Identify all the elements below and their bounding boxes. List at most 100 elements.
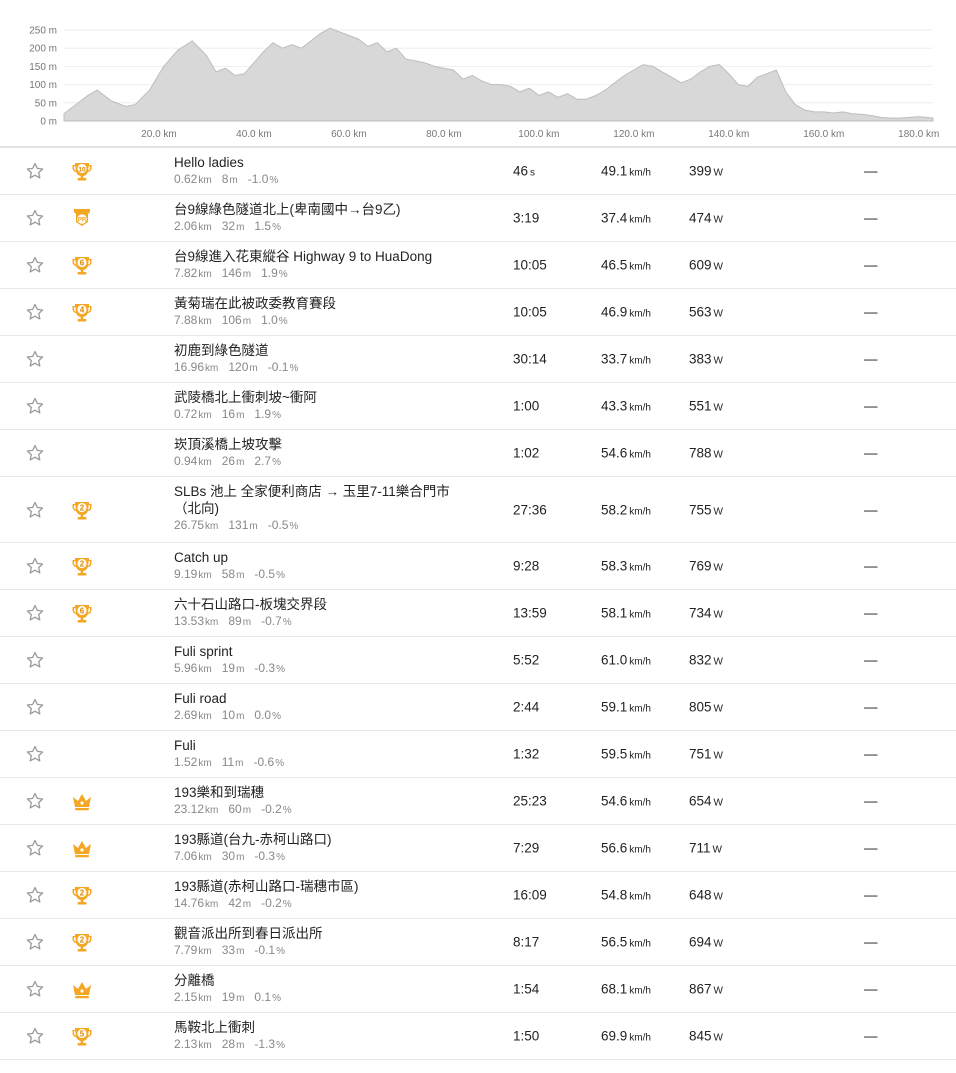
star-icon[interactable] — [26, 209, 44, 227]
segment-name[interactable]: Fuli sprint — [174, 643, 464, 660]
segment-name[interactable]: Catch up — [174, 549, 464, 566]
segment-power: 867 W — [689, 982, 723, 997]
segment-name[interactable]: 台9線進入花東縱谷 Highway 9 to HuaDong — [174, 248, 464, 265]
star-icon[interactable] — [26, 256, 44, 274]
segment-row[interactable]: 分離橋 2.15km 19m 0.1% 1:54 68.1 km/h 867 W — — [0, 966, 956, 1013]
segment-name[interactable]: Fuli — [174, 737, 464, 754]
segment-row[interactable]: 2 Catch up 9.19km 58m -0.5% 9:28 58.3 km/h 769 W — — [0, 543, 956, 590]
segment-name[interactable]: 六十石山路口-板塊交界段 — [174, 596, 464, 613]
star-icon[interactable] — [26, 1027, 44, 1045]
svg-text:4: 4 — [80, 305, 85, 314]
svg-text:PR: PR — [78, 217, 87, 223]
segment-row[interactable]: 5 馬鞍北上衝刺 2.13km 28m -1.3% 1:50 69.9 km/h 845 W — — [0, 1013, 956, 1060]
distance-unit: km — [198, 993, 212, 1004]
segment-row[interactable]: 193縣道(台九-赤柯山路口) 7.06km 30m -0.3% 7:29 56.6 km/… — [0, 825, 956, 872]
segment-stats: 0.72km 16m 1.9% — [174, 406, 464, 424]
segment-row[interactable]: 6 台9線進入花東縱谷 Highway 9 to HuaDong 7.82km 146… — [0, 242, 956, 289]
segment-time: 10:05 — [513, 305, 549, 320]
segment-row[interactable]: 2 193縣道(赤柯山路口-瑞穗市區) 14.76km 42m -0.2% 16:09 54… — [0, 872, 956, 919]
segment-name[interactable]: 觀音派出所到春日派出所 — [174, 925, 464, 942]
segment-speed-value: 54.6 — [601, 793, 628, 809]
segment-name[interactable]: 崁頂溪橋上坡攻擊 — [174, 436, 464, 453]
star-icon[interactable] — [26, 501, 44, 519]
elevation-unit: m — [242, 269, 252, 280]
grade-unit: % — [278, 269, 288, 280]
star-icon[interactable] — [26, 839, 44, 857]
segment-row[interactable]: 6 六十石山路口-板塊交界段 13.53km 89m -0.7% 13:59 58.1 km/… — [0, 590, 956, 637]
segment-extra: — — [864, 746, 878, 762]
segment-speed-value: 68.1 — [601, 981, 628, 997]
star-icon[interactable] — [26, 604, 44, 622]
elevation-unit: m — [236, 410, 245, 421]
segment-grade: -0.3 — [254, 849, 276, 863]
segment-speed-unit: km/h — [629, 355, 651, 367]
segment-elevation: 60 — [228, 802, 242, 816]
star-icon[interactable] — [26, 792, 44, 810]
segment-distance: 7.06 — [174, 849, 198, 863]
segment-name[interactable]: 初鹿到綠色隧道 — [174, 342, 464, 359]
segment-row[interactable]: Fuli 1.52km 11m -0.6% 1:32 59.5 km/h 751 W — — [0, 731, 956, 778]
segment-row[interactable]: PR 台9線綠色隧道北上(卑南國中→台9乙) 2.06km 32m 1.5% 3:19 37… — [0, 195, 956, 242]
segment-power: 751 W — [689, 747, 723, 762]
star-icon[interactable] — [26, 557, 44, 575]
segment-name[interactable]: 黃菊瑞在此被政委教育賽段 — [174, 295, 464, 312]
star-icon[interactable] — [26, 162, 44, 180]
segment-name[interactable]: SLBs 池上 全家便利商店 → 玉里7-11樂合門市（北向) — [174, 483, 464, 517]
segment-power: 399 W — [689, 164, 723, 179]
segment-row[interactable]: 10 Hello ladies 0.62km 8m -1.0% 46 s 49.1 km/h 39… — [0, 148, 956, 195]
star-icon[interactable] — [26, 886, 44, 904]
x-tick-label: 40.0 km — [236, 129, 272, 140]
elevation-chart[interactable]: 250 m 200 m 150 m 100 m 50 m 0 m 20.0 km 40.0 k… — [0, 0, 956, 146]
segment-power-unit: W — [713, 355, 723, 367]
segment-row[interactable]: 4 黃菊瑞在此被政委教育賽段 7.88km 106m 1.0% 10:05 46.9 km/h… — [0, 289, 956, 336]
grade-unit: % — [289, 521, 299, 532]
segment-row[interactable]: 193樂和到瑞穗 23.12km 60m -0.2% 25:23 54.6 km/h 654 W… — [0, 778, 956, 825]
segment-speed-value: 58.1 — [601, 605, 628, 621]
star-icon[interactable] — [26, 303, 44, 321]
star-icon[interactable] — [26, 980, 44, 998]
star-icon[interactable] — [26, 698, 44, 716]
segment-name[interactable]: 武陵橋北上衝刺坡~衝阿 — [174, 389, 464, 406]
segment-row[interactable]: Fuli sprint 5.96km 19m -0.3% 5:52 61.0 km/h 832… — [0, 637, 956, 684]
segment-info: 馬鞍北上衝刺 2.13km 28m -1.3% — [174, 1019, 464, 1054]
segment-name[interactable]: 193縣道(台九-赤柯山路口) — [174, 831, 464, 848]
segment-row[interactable]: 崁頂溪橋上坡攻擊 0.94km 26m 2.7% 1:02 54.6 km/h 788 W — — [0, 430, 956, 477]
segment-distance: 7.82 — [174, 266, 198, 280]
segment-row[interactable]: Fuli road 2.69km 10m 0.0% 2:44 59.1 km/h 805 W — — [0, 684, 956, 731]
segment-speed-unit: km/h — [629, 214, 651, 226]
segment-time: 46 s — [513, 164, 535, 179]
segment-name[interactable]: 馬鞍北上衝刺 — [174, 1019, 464, 1036]
trophy-icon: 6 — [71, 602, 93, 624]
star-icon[interactable] — [26, 651, 44, 669]
segment-name[interactable]: 分離橋 — [174, 972, 464, 989]
segment-power-value: 805 — [689, 699, 712, 715]
segment-speed: 59.5 km/h — [601, 747, 651, 762]
segment-name[interactable]: Fuli road — [174, 690, 464, 707]
star-icon[interactable] — [26, 745, 44, 763]
segment-distance: 7.79 — [174, 943, 198, 957]
segment-name[interactable]: 193樂和到瑞穗 — [174, 784, 464, 801]
segment-name[interactable]: Hello ladies — [174, 154, 464, 171]
star-icon[interactable] — [26, 933, 44, 951]
segment-power: 654 W — [689, 794, 723, 809]
segment-grade: -0.5 — [267, 518, 289, 532]
trophy-icon: 4 — [71, 301, 93, 323]
segment-speed: 54.6 km/h — [601, 446, 651, 461]
segment-elevation: 16 — [221, 407, 236, 421]
star-icon[interactable] — [26, 444, 44, 462]
segment-power-unit: W — [713, 656, 723, 668]
star-icon[interactable] — [26, 397, 44, 415]
segment-time-value: 13:59 — [513, 605, 547, 621]
x-tick-label: 180.0 km — [898, 129, 939, 140]
segment-info: Hello ladies 0.62km 8m -1.0% — [174, 154, 464, 189]
star-icon[interactable] — [26, 350, 44, 368]
segment-row[interactable]: 2 觀音派出所到春日派出所 7.79km 33m -0.1% 8:17 56.5 km/h 69… — [0, 919, 956, 966]
segment-name[interactable]: 193縣道(赤柯山路口-瑞穗市區) — [174, 878, 464, 895]
segment-power-value: 867 — [689, 981, 712, 997]
segment-distance: 9.19 — [174, 567, 198, 581]
segment-name[interactable]: 台9線綠色隧道北上(卑南國中→台9乙) — [174, 201, 464, 218]
segment-row[interactable]: 2 SLBs 池上 全家便利商店 → 玉里7-11樂合門市（北向) 26.75km 1… — [0, 477, 956, 543]
segment-row[interactable]: 初鹿到綠色隧道 16.96km 120m -0.1% 30:14 33.7 km/h 383 W… — [0, 336, 956, 383]
segment-grade: -0.1 — [254, 943, 276, 957]
segment-row[interactable]: 武陵橋北上衝刺坡~衝阿 0.72km 16m 1.9% 1:00 43.3 km/h 551 W… — [0, 383, 956, 430]
